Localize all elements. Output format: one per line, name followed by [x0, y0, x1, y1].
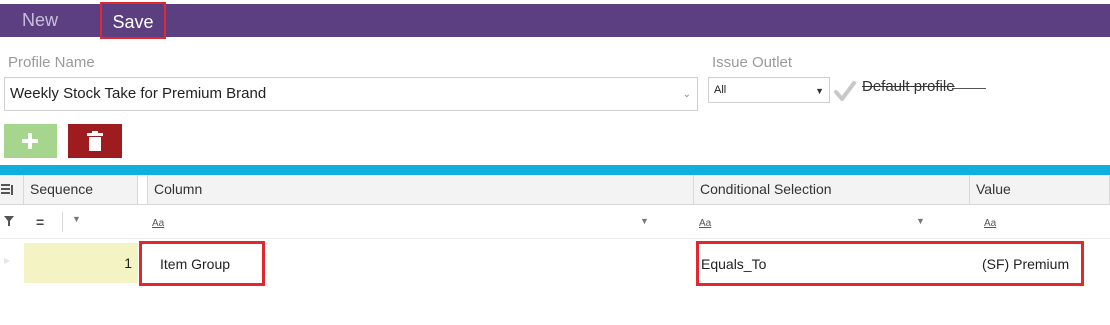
text-filter-icon[interactable]: Aa	[699, 218, 711, 229]
filter-row	[0, 205, 1110, 239]
default-profile-label: Default profile	[862, 78, 955, 95]
column-header-column[interactable]: Column	[148, 175, 694, 205]
caret-down-icon[interactable]: ▼	[72, 214, 81, 224]
profile-name-select[interactable]: Weekly Stock Take for Premium Brand ⌄	[4, 77, 698, 111]
chevron-down-icon: ⌄	[682, 89, 691, 100]
column-chooser-icon[interactable]	[0, 175, 24, 205]
issue-outlet-value: All	[714, 84, 727, 96]
sequence-value: 1	[124, 255, 132, 271]
accent-bar	[0, 165, 1110, 175]
conditional-selection-value: Equals_To	[701, 256, 767, 272]
table-row-condition-value-cells[interactable]: Equals_To (SF) Premium	[696, 241, 1084, 286]
issue-outlet-label: Issue Outlet	[712, 54, 793, 71]
table-row-column-cell[interactable]: Item Group	[139, 241, 265, 286]
delete-row-button[interactable]	[68, 124, 122, 158]
divider	[952, 88, 986, 89]
add-row-button[interactable]	[4, 124, 57, 158]
caret-down-icon[interactable]: ▼	[640, 216, 649, 226]
text-filter-icon[interactable]: Aa	[152, 218, 164, 229]
profile-name-value: Weekly Stock Take for Premium Brand	[10, 85, 267, 102]
column-header-value[interactable]: Value	[970, 175, 1110, 205]
header-gap	[138, 175, 148, 205]
text-filter-icon[interactable]: Aa	[984, 218, 996, 229]
new-button[interactable]: New	[22, 4, 58, 37]
column-header-sequence[interactable]: Sequence	[24, 175, 138, 205]
top-toolbar: New	[0, 4, 1110, 37]
filter-icon[interactable]	[4, 216, 14, 226]
equals-operator-button[interactable]: =	[36, 214, 44, 230]
row-indicator-icon: ▶	[4, 256, 11, 265]
column-header-conditional-selection[interactable]: Conditional Selection	[694, 175, 970, 205]
caret-down-icon: ▼	[815, 86, 824, 96]
plus-icon	[22, 133, 38, 149]
trash-icon	[87, 131, 103, 151]
table-row-sequence-cell[interactable]: 1	[24, 243, 138, 283]
column-value: Item Group	[160, 256, 231, 272]
save-button[interactable]: Save	[100, 2, 166, 39]
grid-settings-icon	[1, 184, 13, 195]
profile-name-label: Profile Name	[8, 54, 95, 71]
value-cell-value: (SF) Premium	[982, 256, 1070, 272]
caret-down-icon[interactable]: ▼	[916, 216, 925, 226]
issue-outlet-select[interactable]: All ▼	[708, 77, 830, 103]
divider	[62, 212, 63, 232]
default-profile-checkbox[interactable]	[834, 80, 856, 102]
